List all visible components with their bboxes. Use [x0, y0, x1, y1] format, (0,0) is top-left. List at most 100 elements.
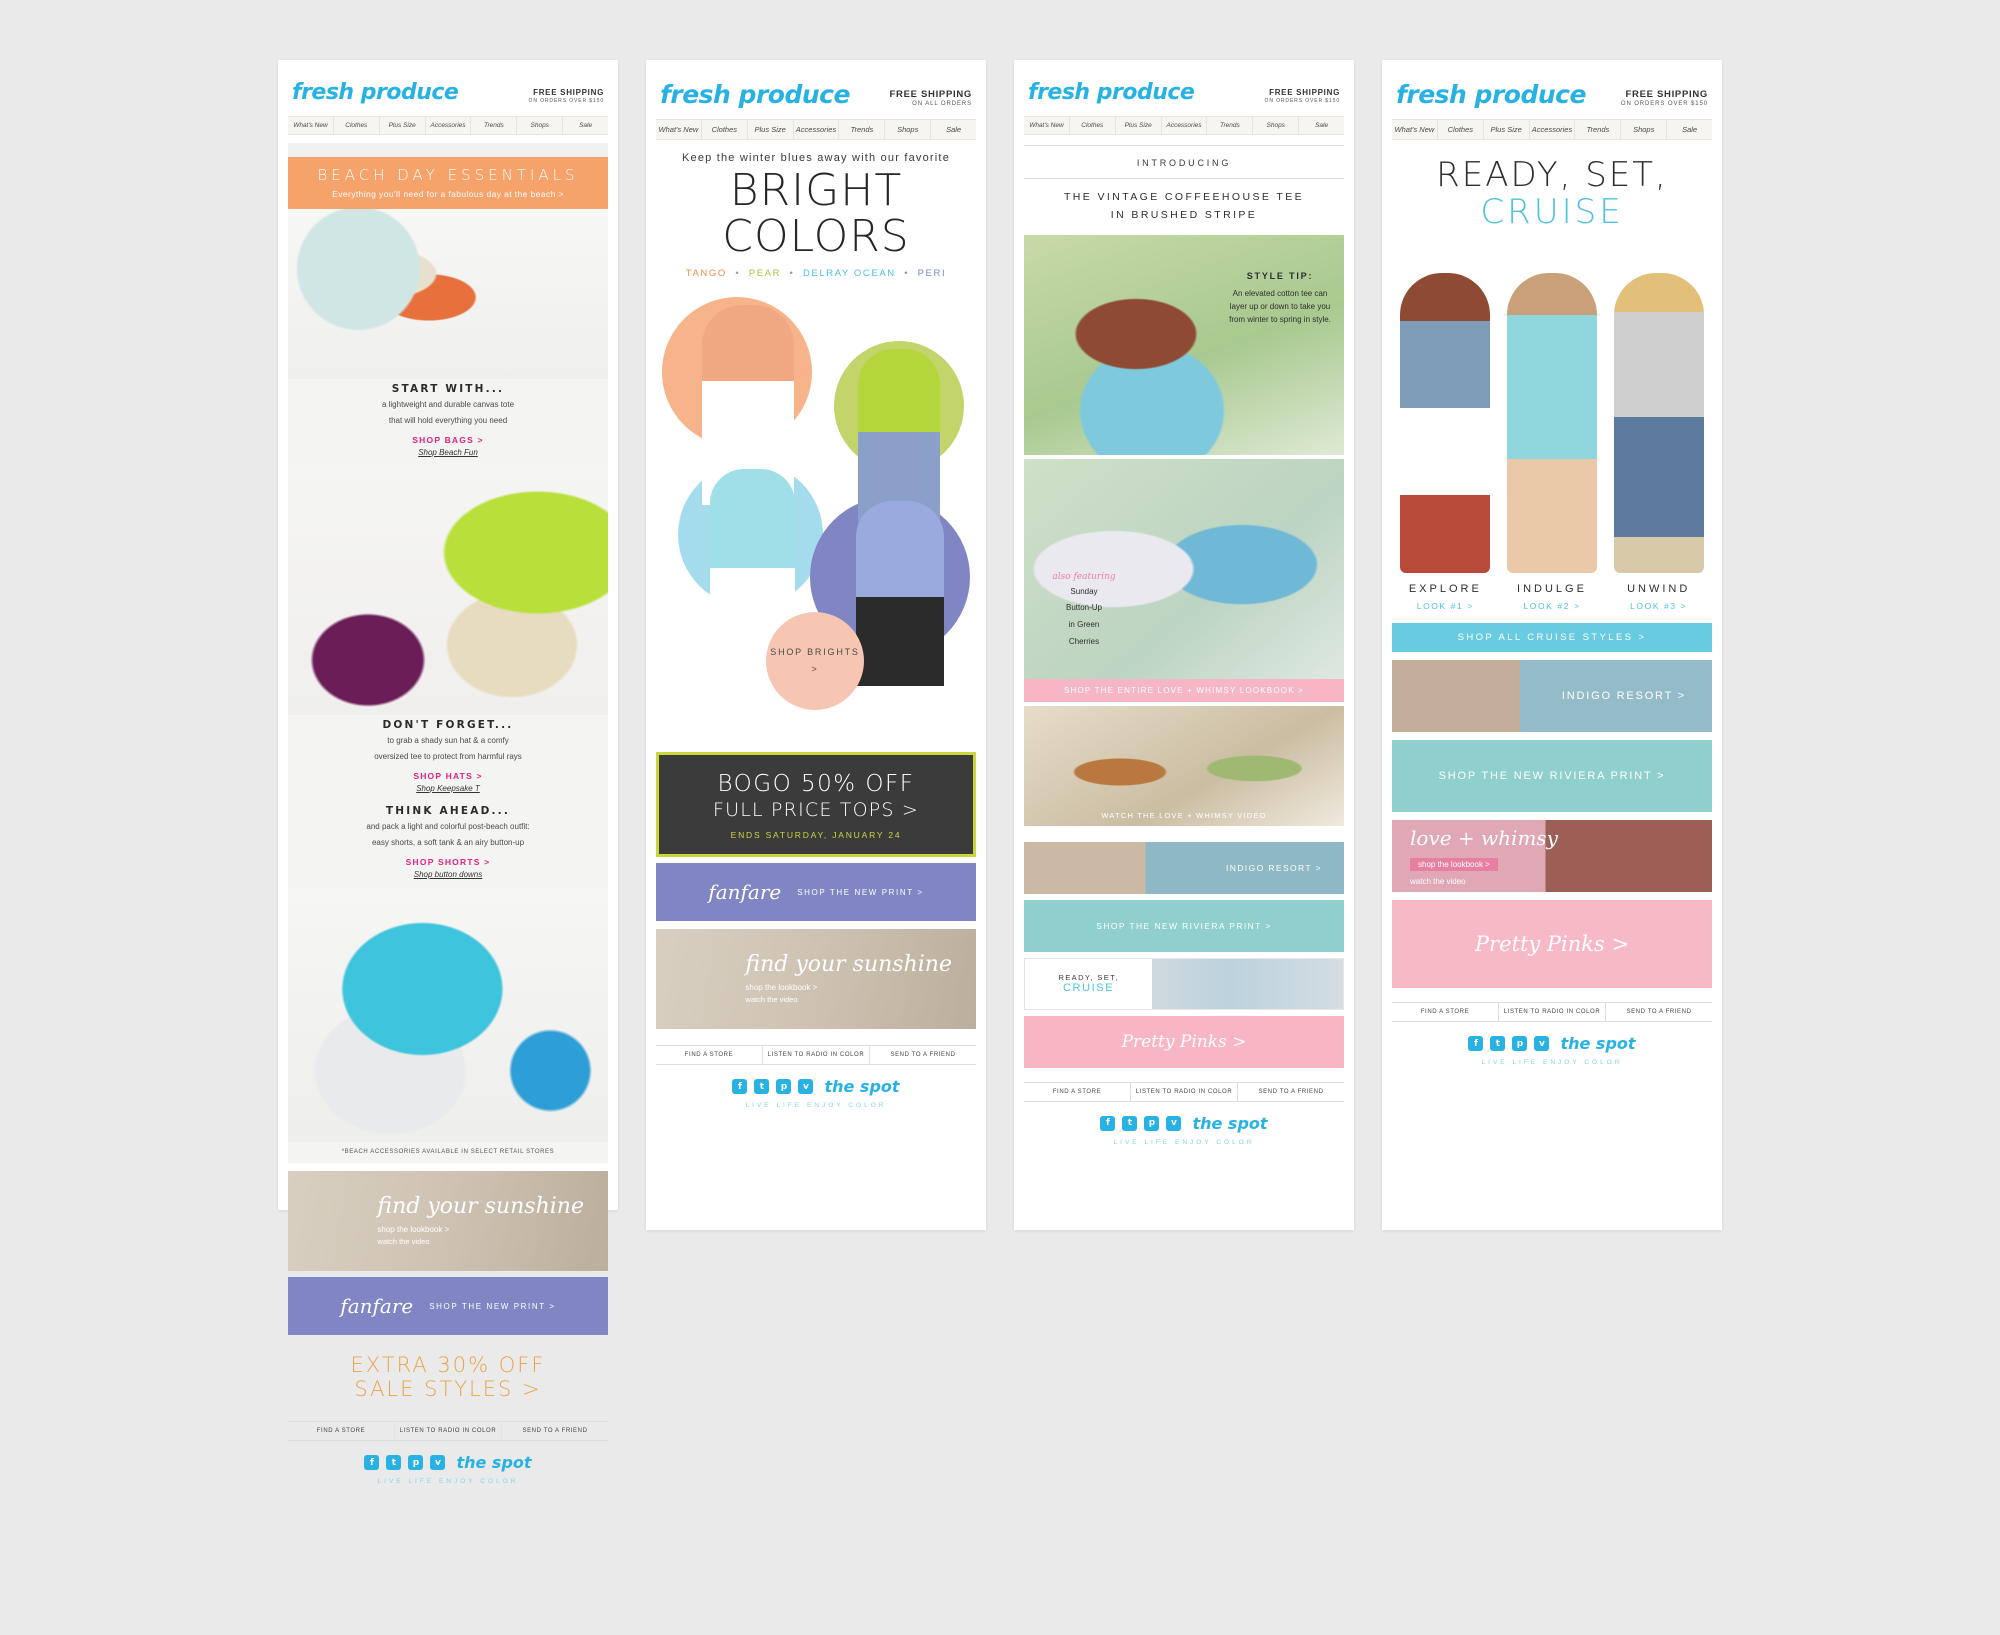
- nav-item-plus-size[interactable]: Plus Size: [1484, 120, 1530, 139]
- brand-logo[interactable]: fresh produce: [660, 82, 850, 107]
- ready-set-cruise-strip[interactable]: READY, SET, CRUISE: [1024, 957, 1344, 1010]
- shop-all-cruise-styles-button[interactable]: SHOP ALL CRUISE STYLES >: [1392, 623, 1712, 653]
- bogo-promo-block[interactable]: BOGO 50% OFF FULL PRICE TOPS > ENDS SATU…: [656, 752, 976, 858]
- find-a-store-link[interactable]: FIND A STORE: [1024, 1082, 1131, 1101]
- nav-item-accessories[interactable]: Accessories: [1530, 120, 1576, 139]
- shop-hats-link[interactable]: SHOP HATS >: [296, 771, 600, 781]
- send-to-a-friend-link[interactable]: SEND TO A FRIEND: [502, 1422, 608, 1440]
- indigo-resort-strip[interactable]: INDIGO RESORT >: [1392, 660, 1712, 733]
- pinterest-icon[interactable]: p: [408, 1455, 424, 1470]
- love-whimsy-video-link[interactable]: watch the video: [1410, 877, 1558, 886]
- riviera-print-strip[interactable]: SHOP THE NEW RIVIERA PRINT >: [1392, 740, 1712, 813]
- nav-item-shops[interactable]: Shops: [517, 117, 564, 134]
- look-explore-cta[interactable]: LOOK #1 >: [1392, 601, 1499, 611]
- radio-in-color-link[interactable]: LISTEN TO RADIO IN COLOR: [395, 1422, 502, 1440]
- pinterest-icon[interactable]: p: [1144, 1115, 1160, 1131]
- radio-in-color-link[interactable]: LISTEN TO RADIO IN COLOR: [763, 1046, 870, 1065]
- look-indulge-cta[interactable]: LOOK #2 >: [1499, 601, 1606, 611]
- indigo-resort-strip[interactable]: INDIGO RESORT >: [1024, 841, 1344, 894]
- love-whimsy-lookbook-link[interactable]: shop the lookbook >: [1410, 858, 1498, 872]
- nav-item-shops[interactable]: Shops: [1621, 120, 1668, 139]
- pinterest-icon[interactable]: p: [776, 1079, 792, 1095]
- love-whimsy-strip[interactable]: love + whimsy shop the lookbook > watch …: [1392, 820, 1712, 893]
- nav-item-plus-size[interactable]: Plus Size: [748, 120, 794, 139]
- vimeo-icon[interactable]: v: [430, 1455, 446, 1470]
- find-your-sunshine-lookbook-banner[interactable]: find your sunshine shop the lookbook > w…: [288, 1171, 608, 1271]
- look-unwind-cta[interactable]: LOOK #3 >: [1605, 601, 1712, 611]
- lookbook-video-link[interactable]: watch the video: [745, 995, 952, 1004]
- shop-brights-button[interactable]: SHOP BRIGHTS >: [766, 612, 864, 711]
- the-spot-blog-link[interactable]: the spot: [456, 1453, 531, 1472]
- nav-item-plus-size[interactable]: Plus Size: [1116, 117, 1162, 134]
- brand-logo[interactable]: fresh produce: [1028, 82, 1195, 104]
- lookbook-cta-bar[interactable]: SHOP THE ENTIRE LOVE + WHIMSY LOOKBOOK >: [1024, 678, 1344, 702]
- nav-item-sale[interactable]: Sale: [1299, 117, 1344, 134]
- find-a-store-link[interactable]: FIND A STORE: [288, 1422, 395, 1440]
- find-your-sunshine-lookbook-banner[interactable]: find your sunshine shop the lookbook > w…: [656, 929, 976, 1030]
- brand-logo[interactable]: fresh produce: [292, 82, 459, 104]
- look-unwind[interactable]: UNWIND LOOK #3 >: [1605, 583, 1712, 611]
- nav-item-shops[interactable]: Shops: [885, 120, 932, 139]
- twitter-icon[interactable]: t: [386, 1455, 402, 1470]
- fanfare-print-banner[interactable]: fanfare SHOP THE NEW PRINT >: [288, 1277, 608, 1335]
- pretty-pinks-strip[interactable]: Pretty Pinks >: [1392, 900, 1712, 989]
- twitter-icon[interactable]: t: [754, 1079, 770, 1095]
- facebook-icon[interactable]: f: [1100, 1115, 1116, 1131]
- beach-day-banner[interactable]: BEACH DAY ESSENTIALS Everything you'll n…: [288, 157, 608, 209]
- nav-item-plus-size[interactable]: Plus Size: [380, 117, 426, 134]
- facebook-icon[interactable]: f: [1468, 1036, 1484, 1052]
- nav-item-sale[interactable]: Sale: [1667, 120, 1712, 139]
- nav-item-sale[interactable]: Sale: [931, 120, 976, 139]
- radio-in-color-link[interactable]: LISTEN TO RADIO IN COLOR: [1131, 1082, 1238, 1101]
- shop-keepsake-t-link[interactable]: Shop Keepsake T: [296, 784, 600, 793]
- shop-shorts-link[interactable]: SHOP SHORTS >: [296, 857, 600, 867]
- lookbook-video-link[interactable]: watch the video: [377, 1237, 584, 1246]
- nav-item-whats-new[interactable]: What's New: [1024, 117, 1070, 134]
- nav-item-clothes[interactable]: Clothes: [1438, 120, 1484, 139]
- brand-logo[interactable]: fresh produce: [1396, 82, 1586, 107]
- look-explore[interactable]: EXPLORE LOOK #1 >: [1392, 583, 1499, 611]
- nav-item-accessories[interactable]: Accessories: [794, 120, 840, 139]
- send-to-a-friend-link[interactable]: SEND TO A FRIEND: [1606, 1003, 1712, 1021]
- lookbook-shop-link[interactable]: shop the lookbook >: [745, 983, 952, 992]
- find-a-store-link[interactable]: FIND A STORE: [656, 1046, 763, 1065]
- nav-item-sale[interactable]: Sale: [563, 117, 608, 134]
- pinterest-icon[interactable]: p: [1512, 1036, 1528, 1052]
- the-spot-blog-link[interactable]: the spot: [1192, 1114, 1267, 1133]
- find-a-store-link[interactable]: FIND A STORE: [1392, 1003, 1499, 1022]
- vimeo-icon[interactable]: v: [1534, 1036, 1550, 1052]
- the-spot-blog-link[interactable]: the spot: [1560, 1034, 1635, 1053]
- nav-item-clothes[interactable]: Clothes: [702, 120, 748, 139]
- lookbook-shop-link[interactable]: shop the lookbook >: [377, 1225, 584, 1234]
- the-spot-blog-link[interactable]: the spot: [824, 1077, 899, 1096]
- nav-item-clothes[interactable]: Clothes: [334, 117, 380, 134]
- look-indulge[interactable]: INDULGE LOOK #2 >: [1499, 583, 1606, 611]
- shop-beach-fun-link[interactable]: Shop Beach Fun: [296, 448, 600, 457]
- fanfare-print-banner[interactable]: fanfare SHOP THE NEW PRINT >: [656, 863, 976, 922]
- video-thumbnail[interactable]: WATCH THE LOVE + WHIMSY VIDEO: [1024, 705, 1344, 826]
- vimeo-icon[interactable]: v: [798, 1079, 814, 1095]
- send-to-a-friend-link[interactable]: SEND TO A FRIEND: [870, 1046, 976, 1064]
- radio-in-color-link[interactable]: LISTEN TO RADIO IN COLOR: [1499, 1003, 1606, 1022]
- nav-item-shops[interactable]: Shops: [1253, 117, 1300, 134]
- nav-item-whats-new[interactable]: What's New: [1392, 120, 1438, 139]
- twitter-icon[interactable]: t: [1490, 1036, 1506, 1052]
- facebook-icon[interactable]: f: [732, 1079, 748, 1095]
- nav-item-trends[interactable]: Trends: [839, 120, 886, 139]
- nav-item-accessories[interactable]: Accessories: [1162, 117, 1208, 134]
- shop-button-downs-link[interactable]: Shop button downs: [296, 870, 600, 879]
- nav-item-whats-new[interactable]: What's New: [288, 117, 334, 134]
- extra-30-off-block[interactable]: EXTRA 30% OFF SALE STYLES >: [278, 1335, 618, 1421]
- riviera-print-strip[interactable]: SHOP THE NEW RIVIERA PRINT >: [1024, 899, 1344, 952]
- facebook-icon[interactable]: f: [364, 1455, 380, 1470]
- nav-item-clothes[interactable]: Clothes: [1070, 117, 1116, 134]
- shop-bags-link[interactable]: SHOP BAGS >: [296, 435, 600, 445]
- nav-item-whats-new[interactable]: What's New: [656, 120, 702, 139]
- nav-item-trends[interactable]: Trends: [471, 117, 518, 134]
- twitter-icon[interactable]: t: [1122, 1115, 1138, 1131]
- nav-item-accessories[interactable]: Accessories: [426, 117, 472, 134]
- pretty-pinks-strip[interactable]: Pretty Pinks >: [1024, 1015, 1344, 1068]
- nav-item-trends[interactable]: Trends: [1575, 120, 1622, 139]
- send-to-a-friend-link[interactable]: SEND TO A FRIEND: [1238, 1083, 1344, 1101]
- vimeo-icon[interactable]: v: [1166, 1115, 1182, 1131]
